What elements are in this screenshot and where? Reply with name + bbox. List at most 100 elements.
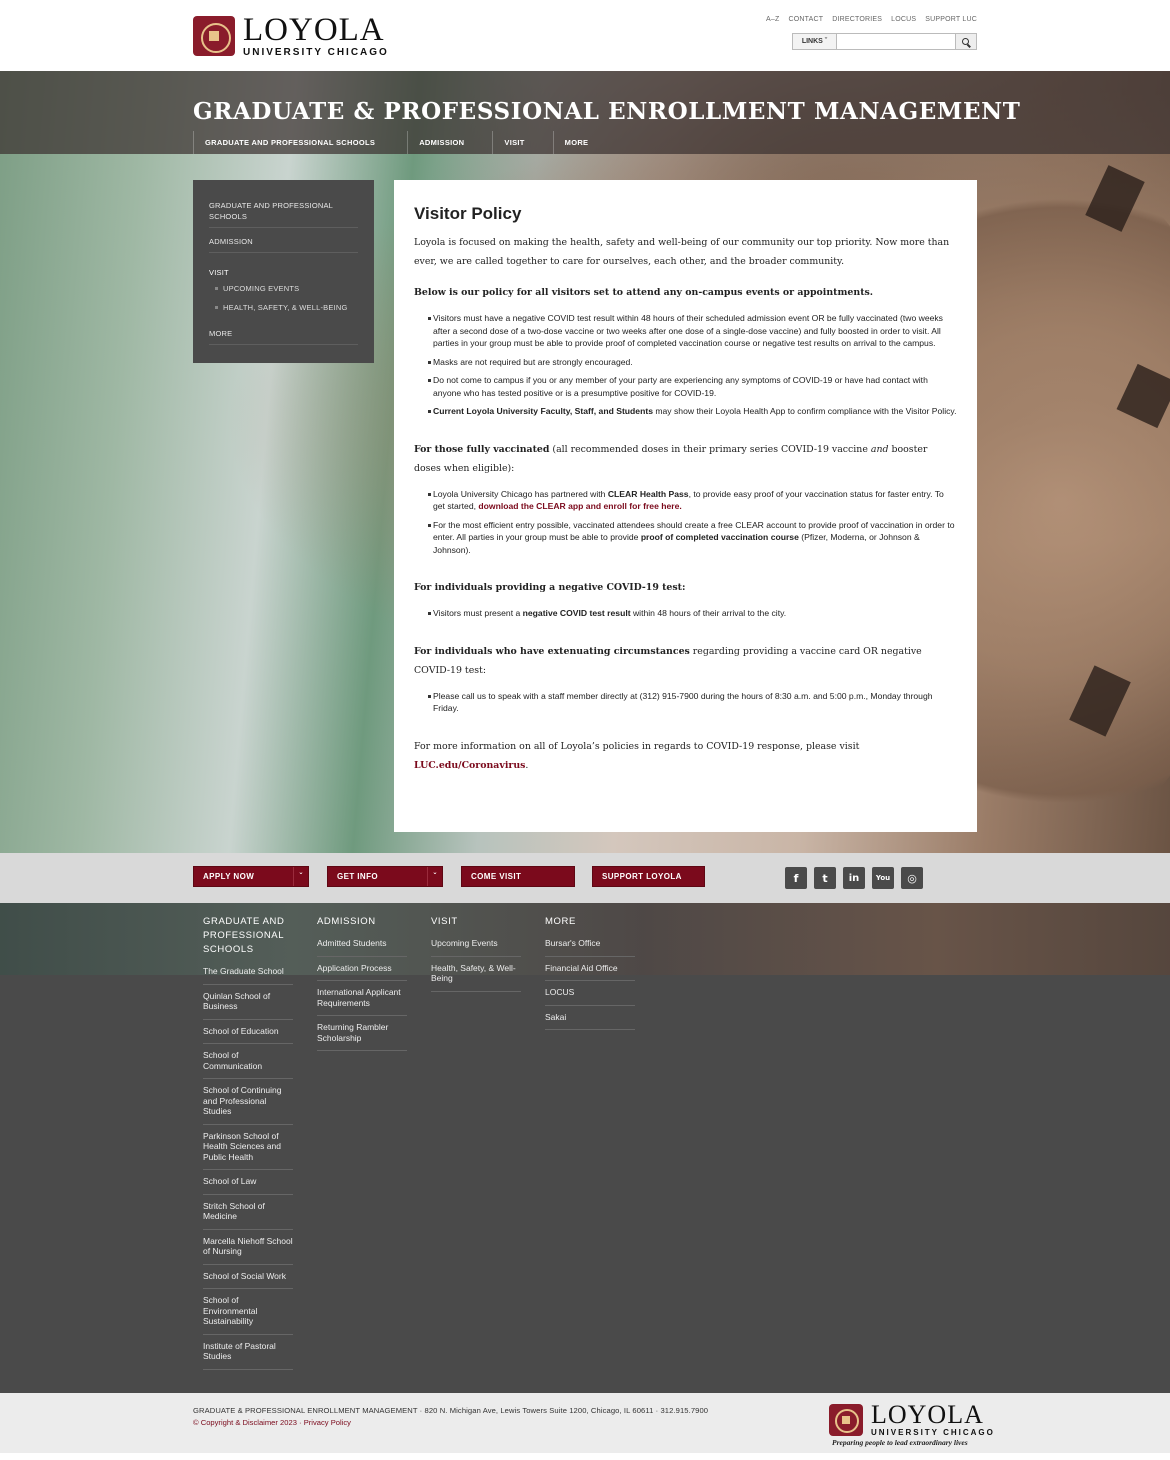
footer-link[interactable]: Stritch School of Medicine (203, 1201, 293, 1230)
vaccinated-heading-italic: and (870, 443, 889, 455)
footer-address: GRADUATE & PROFESSIONAL ENROLLMENT MANAG… (193, 1406, 709, 1415)
faculty-text: may show their Loyola Health App to conf… (652, 406, 957, 416)
sidebar-item-more[interactable]: MORE (209, 328, 358, 345)
page-title: Visitor Policy (414, 204, 522, 223)
legal-separator: · (296, 1418, 304, 1427)
footer-link[interactable]: Institute of Pastoral Studies (203, 1341, 293, 1370)
policy-item: Masks are not required but are strongly … (428, 356, 957, 369)
clear-bold-text: CLEAR Health Pass (607, 488, 689, 499)
utility-link-a-z[interactable]: A–Z (766, 16, 779, 23)
apply-now-label: APPLY NOW (203, 872, 255, 881)
vaccinated-section: For those fully vaccinated (all recommen… (414, 440, 957, 557)
tagline: Preparing people to lead extraordinary l… (832, 1438, 968, 1447)
vaccinated-heading-text: (all recommended doses in their primary … (549, 443, 871, 455)
negative-test-heading: For individuals providing a negative COV… (414, 578, 957, 597)
negative-test-item: Visitors must present a negative COVID t… (428, 607, 957, 620)
entry-bold-text: proof of completed vaccination course (640, 532, 799, 542)
more-info-end: . (525, 759, 529, 771)
footer-link[interactable]: School of Environmental Sustainability (203, 1295, 293, 1335)
neg-text: Visitors must present a (433, 608, 523, 618)
footer-heading[interactable]: GRADUATE AND PROFESSIONAL SCHOOLS (203, 915, 293, 957)
nav-admission[interactable]: ADMISSION (407, 131, 492, 154)
get-info-button[interactable]: GET INFO ˇ (327, 866, 443, 887)
footer-link[interactable]: School of Communication (203, 1050, 293, 1079)
footer-link[interactable]: Marcella Niehoff School of Nursing (203, 1236, 293, 1265)
sidebar-item-admission[interactable]: ADMISSION (209, 236, 358, 253)
footer-link[interactable]: LOCUS (545, 987, 635, 1006)
hero-section: GRADUATE & PROFESSIONAL ENROLLMENT MANAG… (0, 71, 1170, 853)
footer-loyola-logo[interactable]: LOYOLA UNIVERSITY CHICAGO (829, 1402, 995, 1437)
neg-text-2: within 48 hours of their arrival to the … (630, 608, 787, 618)
policy-item: Visitors must have a negative COVID test… (428, 312, 957, 350)
youtube-icon[interactable]: You (872, 867, 894, 889)
negative-test-heading-bold: For individuals providing a negative COV… (414, 582, 686, 593)
search-input[interactable] (836, 34, 955, 49)
extenuating-item: Please call us to speak with a staff mem… (428, 690, 957, 715)
twitter-icon[interactable]: t (814, 867, 836, 889)
linkedin-icon[interactable]: in (843, 867, 865, 889)
chevron-down-icon[interactable]: ˇ (293, 867, 308, 886)
extenuating-heading: For individuals who have extenuating cir… (414, 642, 957, 680)
utility-link-contact[interactable]: CONTACT (789, 16, 824, 23)
sidebar-item-graduate-schools[interactable]: GRADUATE AND PROFESSIONAL SCHOOLS (209, 200, 358, 228)
utility-link-support-luc[interactable]: SUPPORT LUC (925, 16, 977, 23)
apply-now-button[interactable]: APPLY NOW ˇ (193, 866, 309, 887)
footer-link[interactable]: School of Continuing and Professional St… (203, 1085, 293, 1125)
footer-link[interactable]: Health, Safety, & Well-Being (431, 963, 521, 992)
sidebar-subitem-upcoming-events[interactable]: UPCOMING EVENTS (209, 284, 358, 293)
footer-column-admission: ADMISSION Admitted Students Application … (317, 915, 407, 1057)
footer-link[interactable]: Admitted Students (317, 938, 407, 957)
footer-link[interactable]: School of Social Work (203, 1271, 293, 1289)
copyright-link[interactable]: © Copyright & Disclaimer 2023 (193, 1418, 297, 1427)
utility-link-locus[interactable]: LOCUS (891, 16, 916, 23)
footer-heading[interactable]: VISIT (431, 915, 521, 929)
come-visit-button[interactable]: COME VISIT (461, 866, 575, 887)
footer-link[interactable]: Upcoming Events (431, 938, 521, 957)
footer-link[interactable]: Application Process (317, 963, 407, 981)
chevron-down-icon[interactable]: ˇ (427, 867, 442, 886)
nav-graduate-schools[interactable]: GRADUATE AND PROFESSIONAL SCHOOLS (193, 131, 407, 154)
logo-wordmark: LOYOLA UNIVERSITY CHICAGO (871, 1402, 995, 1437)
extenuating-section: For individuals who have extenuating cir… (414, 642, 957, 715)
footer-link[interactable]: The Graduate School (203, 966, 293, 985)
policy-item: Do not come to campus if you or any memb… (428, 374, 957, 399)
links-dropdown-button[interactable]: LINKS ˇ (793, 34, 837, 49)
nav-more[interactable]: MORE (552, 131, 600, 154)
facebook-icon[interactable]: f (785, 867, 807, 889)
loyola-logo[interactable]: LOYOLA UNIVERSITY CHICAGO (193, 14, 389, 58)
footer-link[interactable]: Financial Aid Office (545, 963, 635, 981)
footer-link[interactable]: School of Law (203, 1176, 293, 1195)
links-search-bar: LINKS ˇ (792, 33, 977, 50)
footer-link[interactable]: Sakai (545, 1012, 635, 1030)
vaccinated-list: Loyola University Chicago has partnered … (428, 488, 957, 557)
utility-link-directories[interactable]: DIRECTORIES (832, 16, 882, 23)
footer-link[interactable]: International Applicant Requirements (317, 987, 407, 1016)
loyola-seal-icon (193, 16, 235, 56)
site-title[interactable]: GRADUATE & PROFESSIONAL ENROLLMENT MANAG… (193, 98, 1020, 125)
clear-download-link[interactable]: download the CLEAR app and enroll for fr… (478, 501, 681, 511)
footer-link[interactable]: Bursar's Office (545, 938, 635, 957)
cta-bar: APPLY NOW ˇ GET INFO ˇ COME VISIT SUPPOR… (0, 853, 1170, 903)
logo-wordmark: LOYOLA UNIVERSITY CHICAGO (243, 14, 389, 58)
extenuating-heading-bold: For individuals who have extenuating cir… (414, 645, 690, 657)
logo-main-text: LOYOLA (871, 1400, 984, 1429)
utility-nav: A–Z CONTACT DIRECTORIES LOCUS SUPPORT LU… (766, 16, 977, 23)
support-loyola-button[interactable]: SUPPORT LOYOLA (592, 866, 705, 887)
sidebar-item-visit[interactable]: VISIT (209, 267, 358, 278)
footer-heading[interactable]: ADMISSION (317, 915, 407, 929)
search-button[interactable] (954, 34, 976, 49)
sidebar-subitem-health-safety[interactable]: HEALTH, SAFETY, & WELL-BEING (209, 303, 358, 312)
vaccinated-heading-bold: For those fully vaccinated (414, 443, 550, 455)
nav-visit[interactable]: VISIT (492, 131, 552, 154)
footer-link[interactable]: Parkinson School of Health Sciences and … (203, 1131, 293, 1170)
privacy-policy-link[interactable]: Privacy Policy (304, 1418, 351, 1427)
faculty-bold-text: Current Loyola University Faculty, Staff… (433, 406, 653, 416)
coronavirus-link[interactable]: LUC.edu/Coronavirus (414, 760, 525, 771)
footer-link[interactable]: School of Education (203, 1026, 293, 1044)
footer-heading[interactable]: MORE (545, 915, 635, 929)
footer-link[interactable]: Returning Rambler Scholarship (317, 1022, 407, 1051)
footer-link[interactable]: Quinlan School of Business (203, 991, 293, 1020)
instagram-icon[interactable]: ◎ (901, 867, 923, 889)
get-info-label: GET INFO (337, 872, 378, 881)
policy-item: Current Loyola University Faculty, Staff… (428, 405, 957, 418)
